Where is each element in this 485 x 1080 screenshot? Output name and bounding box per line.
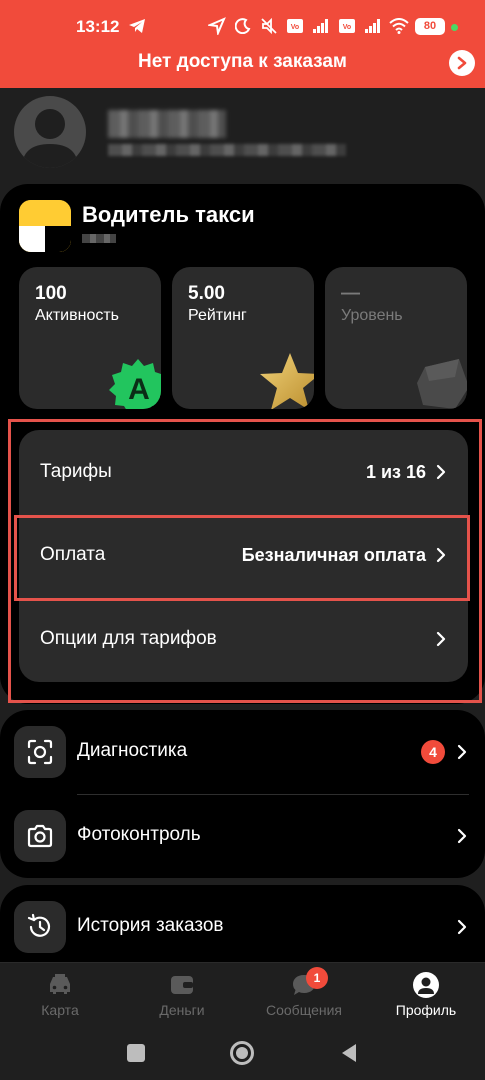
camera-icon [14, 810, 66, 862]
history-icon [14, 901, 66, 953]
diagnostics-label: Диагностика [77, 740, 188, 761]
svg-text:Vo: Vo [343, 24, 351, 31]
chevron-right-icon [457, 828, 467, 844]
diagnostics-badge: 4 [421, 740, 445, 764]
profile-icon [412, 971, 440, 999]
tab-profile[interactable]: Профиль [376, 971, 476, 1027]
car-icon [46, 971, 74, 999]
home-dot [236, 1047, 248, 1059]
bottom-tab-bar: Карта Деньги 1 Сообщения Профиль [0, 962, 485, 1026]
messages-badge: 1 [306, 967, 328, 989]
stat-activity-tile[interactable]: 100 Активность A [19, 267, 161, 409]
tariffs-row[interactable]: Тарифы 1 из 16 [19, 432, 468, 512]
back-button[interactable] [338, 1042, 360, 1064]
stat-level-tile[interactable]: — Уровень [325, 267, 467, 409]
scan-icon [14, 726, 66, 778]
status-time: 13:12 [76, 17, 120, 36]
chevron-right-icon [457, 56, 467, 70]
stat-label: Уровень [341, 307, 403, 324]
location-icon [207, 16, 227, 36]
home-button[interactable] [230, 1041, 254, 1065]
stat-value: 5.00 [188, 283, 225, 304]
stat-value: — [341, 283, 360, 304]
status-bar: 13:12 Vo Vo 80 Нет доступа к заказам [0, 0, 485, 88]
user-silhouette-icon [22, 109, 78, 168]
recents-button[interactable] [127, 1044, 145, 1062]
tab-messages-label: Сообщения [266, 1002, 342, 1018]
profile-header[interactable] [0, 88, 485, 188]
privacy-indicator-dot [451, 24, 458, 31]
tab-map-label: Карта [41, 1002, 79, 1018]
diagnostics-row[interactable]: Диагностика 4 [0, 710, 485, 794]
wallet-icon [168, 971, 196, 999]
tab-profile-label: Профиль [395, 1002, 457, 1018]
tab-messages[interactable]: 1 Сообщения [254, 967, 354, 1027]
chevron-right-icon [436, 464, 446, 480]
role-title: Водитель такси [82, 202, 255, 227]
signal-icon-2 [363, 16, 383, 36]
tab-money-label: Деньги [159, 1002, 205, 1018]
tariff-options-label: Опции для тарифов [40, 628, 217, 649]
order-history-label: История заказов [77, 915, 224, 936]
stat-label: Активность [35, 307, 120, 324]
tariffs-label: Тарифы [40, 461, 112, 482]
photocontrol-row[interactable]: Фотоконтроль [0, 794, 485, 878]
taxi-logo-icon [19, 200, 71, 252]
mute-icon [259, 16, 279, 36]
tab-money[interactable]: Деньги [132, 971, 232, 1027]
tab-map[interactable]: Карта [10, 971, 110, 1027]
order-history-row[interactable]: История заказов [0, 885, 485, 969]
svg-text:A: A [128, 373, 150, 406]
star-icon [260, 353, 314, 409]
battery-indicator: 80 [415, 17, 445, 35]
redacted-name [108, 110, 226, 138]
moon-icon [233, 16, 253, 36]
highlight-outline-inner [14, 515, 470, 601]
avatar[interactable] [14, 96, 86, 168]
activity-badge-icon: A [109, 359, 161, 409]
photocontrol-label: Фотоконтроль [77, 824, 201, 845]
system-navigation-bar [0, 1026, 485, 1080]
stat-value: 100 [35, 283, 67, 304]
volte-icon: Vo [285, 16, 305, 36]
telegram-icon [128, 18, 146, 39]
volte-icon-2: Vo [337, 16, 357, 36]
redacted-role-subtitle [82, 234, 116, 243]
tariff-options-row[interactable]: Опции для тарифов [19, 599, 468, 679]
chevron-right-icon [436, 631, 446, 647]
redacted-details [108, 144, 346, 156]
stat-rating-tile[interactable]: 5.00 Рейтинг [172, 267, 314, 409]
svg-text:Vo: Vo [291, 24, 299, 31]
signal-icon [311, 16, 331, 36]
chevron-right-icon [457, 919, 467, 935]
banner-chevron-button[interactable] [449, 50, 475, 76]
wifi-icon [389, 16, 409, 36]
no-access-banner-text[interactable]: Нет доступа к заказам [0, 51, 485, 73]
chevron-right-icon [457, 744, 467, 760]
level-gem-icon [417, 359, 467, 409]
stat-label: Рейтинг [188, 307, 247, 324]
tariffs-value: 1 из 16 [365, 461, 426, 482]
